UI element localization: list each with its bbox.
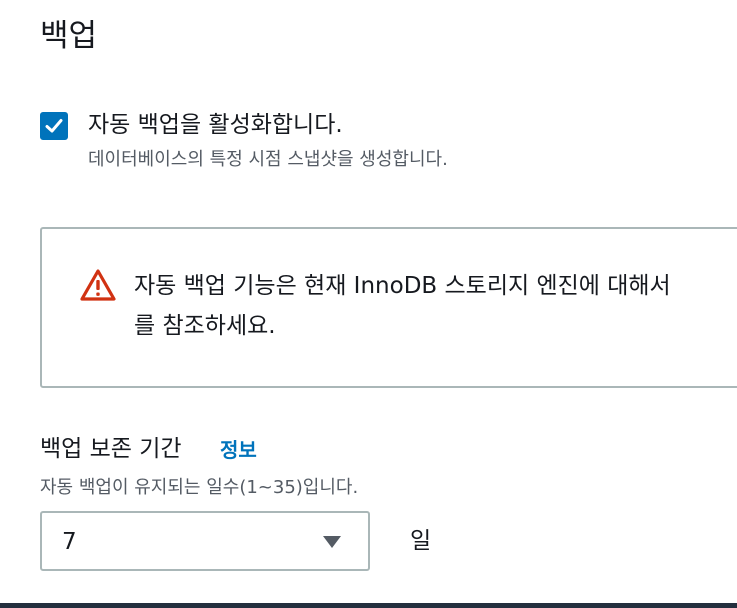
checkmark-icon — [45, 119, 63, 133]
auto-backup-label[interactable]: 자동 백업을 활성화합니다. — [88, 108, 343, 142]
alert-message: 자동 백업 기능은 현재 InnoDB 스토리지 엔진에 대해서 를 참조하세요… — [134, 266, 737, 346]
info-link[interactable]: 정보 — [220, 434, 257, 466]
section-title: 백업 — [40, 18, 98, 54]
footer-divider — [0, 603, 737, 608]
retention-unit-label: 일 — [410, 528, 432, 554]
retention-period-select[interactable]: 7 — [40, 511, 370, 571]
retention-period-label: 백업 보존 기간 — [40, 436, 182, 462]
caret-down-icon — [323, 536, 341, 548]
retention-period-value: 7 — [62, 529, 77, 555]
warning-icon — [80, 269, 116, 301]
backup-settings-panel: 백업 자동 백업을 활성화합니다. 데이터베이스의 특정 시점 스냅샷을 생성합… — [0, 0, 737, 608]
alert-message-line-1: 자동 백업 기능은 현재 InnoDB 스토리지 엔진에 대해서 — [134, 273, 671, 299]
retention-period-description: 자동 백업이 유지되는 일수(1~35)입니다. — [40, 477, 359, 498]
alert-message-line-2: 를 참조하세요. — [134, 313, 276, 339]
auto-backup-checkbox[interactable] — [40, 112, 68, 140]
auto-backup-description: 데이터베이스의 특정 시점 스냅샷을 생성합니다. — [88, 149, 448, 170]
